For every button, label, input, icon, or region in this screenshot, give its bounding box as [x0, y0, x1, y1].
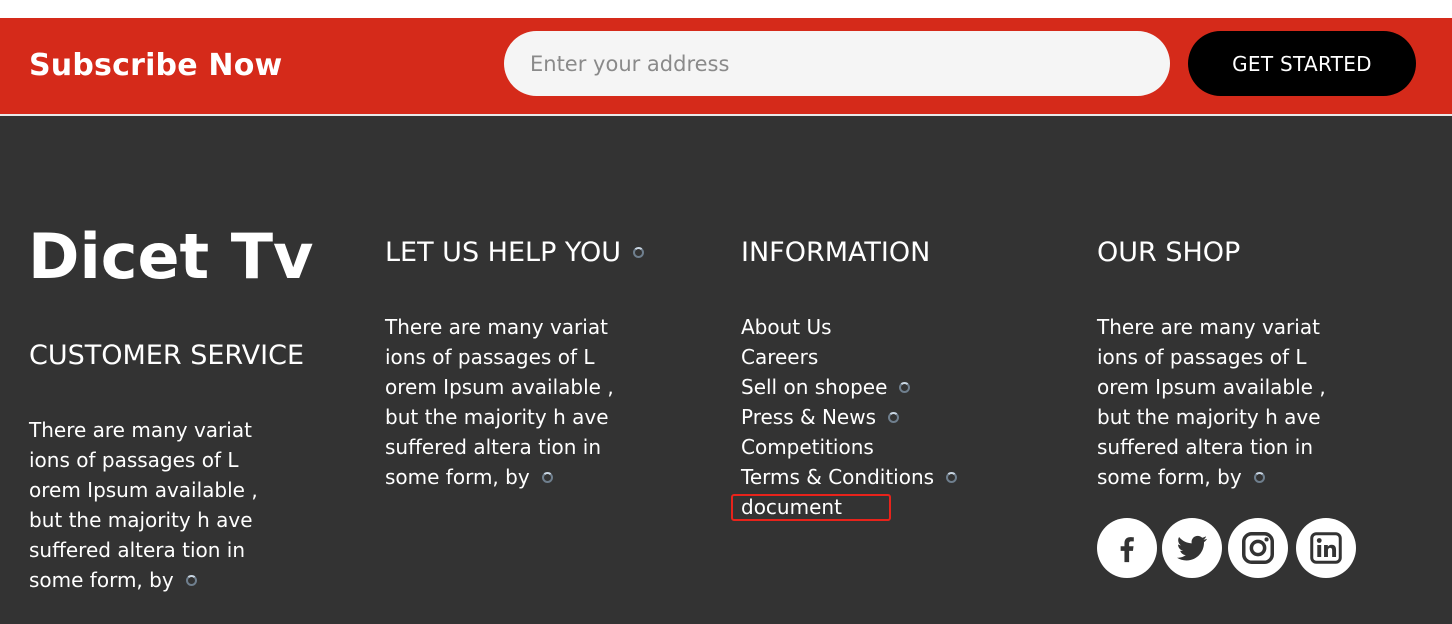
twitter-icon	[1177, 535, 1207, 561]
list-item: Sell on shopee	[741, 372, 957, 402]
site-footer: Dicet Tv CUSTOMER SERVICE There are many…	[0, 116, 1452, 624]
list-item: Careers	[741, 342, 957, 372]
text-line: suffered altera tion in	[29, 538, 246, 562]
text-line: There are many variat	[385, 315, 608, 339]
help-heading-text: LET US HELP YOU	[385, 237, 621, 268]
text-line: orem Ipsum available ,	[29, 478, 258, 502]
loading-spinner-icon	[899, 382, 911, 393]
text-line: orem Ipsum available ,	[385, 375, 614, 399]
text-line-content: some form, by	[385, 465, 530, 489]
loading-spinner-icon	[1253, 472, 1265, 483]
text-line: some form, by	[385, 462, 614, 492]
customer-service-text: There are many variat ions of passages o…	[29, 415, 258, 595]
loading-spinner-icon	[541, 472, 553, 483]
top-whitespace	[0, 0, 1452, 18]
list-item: Press & News	[741, 402, 957, 432]
text-line: suffered altera tion in	[1097, 435, 1314, 459]
text-line: but the majority h ave	[385, 405, 609, 429]
instagram-link[interactable]	[1228, 518, 1288, 578]
help-text: There are many variat ions of passages o…	[385, 312, 614, 492]
loading-spinner-icon	[632, 247, 644, 258]
get-started-button[interactable]: GET STARTED	[1188, 31, 1416, 96]
link-competitions[interactable]: Competitions	[741, 435, 874, 459]
list-item: Terms & Conditions	[741, 462, 958, 492]
site-logo[interactable]: Dicet Tv	[28, 226, 313, 288]
information-links: About Us Careers Sell on shopee Press & …	[741, 312, 958, 522]
text-line: There are many variat	[1097, 315, 1320, 339]
information-heading: INFORMATION	[741, 237, 931, 268]
text-line: ions of passages of L	[29, 448, 239, 472]
facebook-link[interactable]	[1097, 518, 1157, 578]
loading-spinner-icon	[946, 472, 958, 483]
twitter-link[interactable]	[1162, 518, 1222, 578]
link-press-news[interactable]: Press & News	[741, 405, 876, 429]
loading-spinner-icon	[888, 412, 899, 423]
text-line: ions of passages of L	[385, 345, 595, 369]
shop-heading: OUR SHOP	[1097, 237, 1241, 268]
linkedin-icon	[1310, 532, 1342, 564]
text-line: but the majority h ave	[29, 508, 253, 532]
text-line: some form, by	[1097, 462, 1326, 492]
link-sell-on-shopee[interactable]: Sell on shopee	[741, 375, 887, 399]
subscribe-bar: Subscribe Now GET STARTED	[0, 18, 1452, 114]
link-about-us[interactable]: About Us	[741, 315, 832, 339]
list-item: Competitions	[741, 432, 957, 462]
linkedin-link[interactable]	[1296, 518, 1356, 578]
document-highlight-box	[731, 494, 891, 521]
text-line-content: some form, by	[1097, 465, 1242, 489]
text-line: some form, by	[29, 565, 258, 595]
shop-text: There are many variat ions of passages o…	[1097, 312, 1326, 492]
subscribe-title: Subscribe Now	[29, 48, 283, 83]
address-input[interactable]	[504, 31, 1170, 96]
loading-spinner-icon	[185, 575, 197, 586]
facebook-icon	[1120, 537, 1134, 563]
text-line: ions of passages of L	[1097, 345, 1307, 369]
help-heading: LET US HELP YOU	[385, 239, 644, 266]
link-careers[interactable]: Careers	[741, 345, 818, 369]
text-line: There are many variat	[29, 418, 252, 442]
text-line-content: some form, by	[29, 568, 174, 592]
list-item: About Us	[741, 312, 957, 342]
text-line: suffered altera tion in	[385, 435, 602, 459]
text-line: orem Ipsum available ,	[1097, 375, 1326, 399]
customer-service-heading: CUSTOMER SERVICE	[29, 340, 305, 371]
text-line: but the majority h ave	[1097, 405, 1321, 429]
instagram-icon	[1242, 532, 1274, 564]
link-terms-conditions[interactable]: Terms & Conditions	[741, 465, 934, 489]
